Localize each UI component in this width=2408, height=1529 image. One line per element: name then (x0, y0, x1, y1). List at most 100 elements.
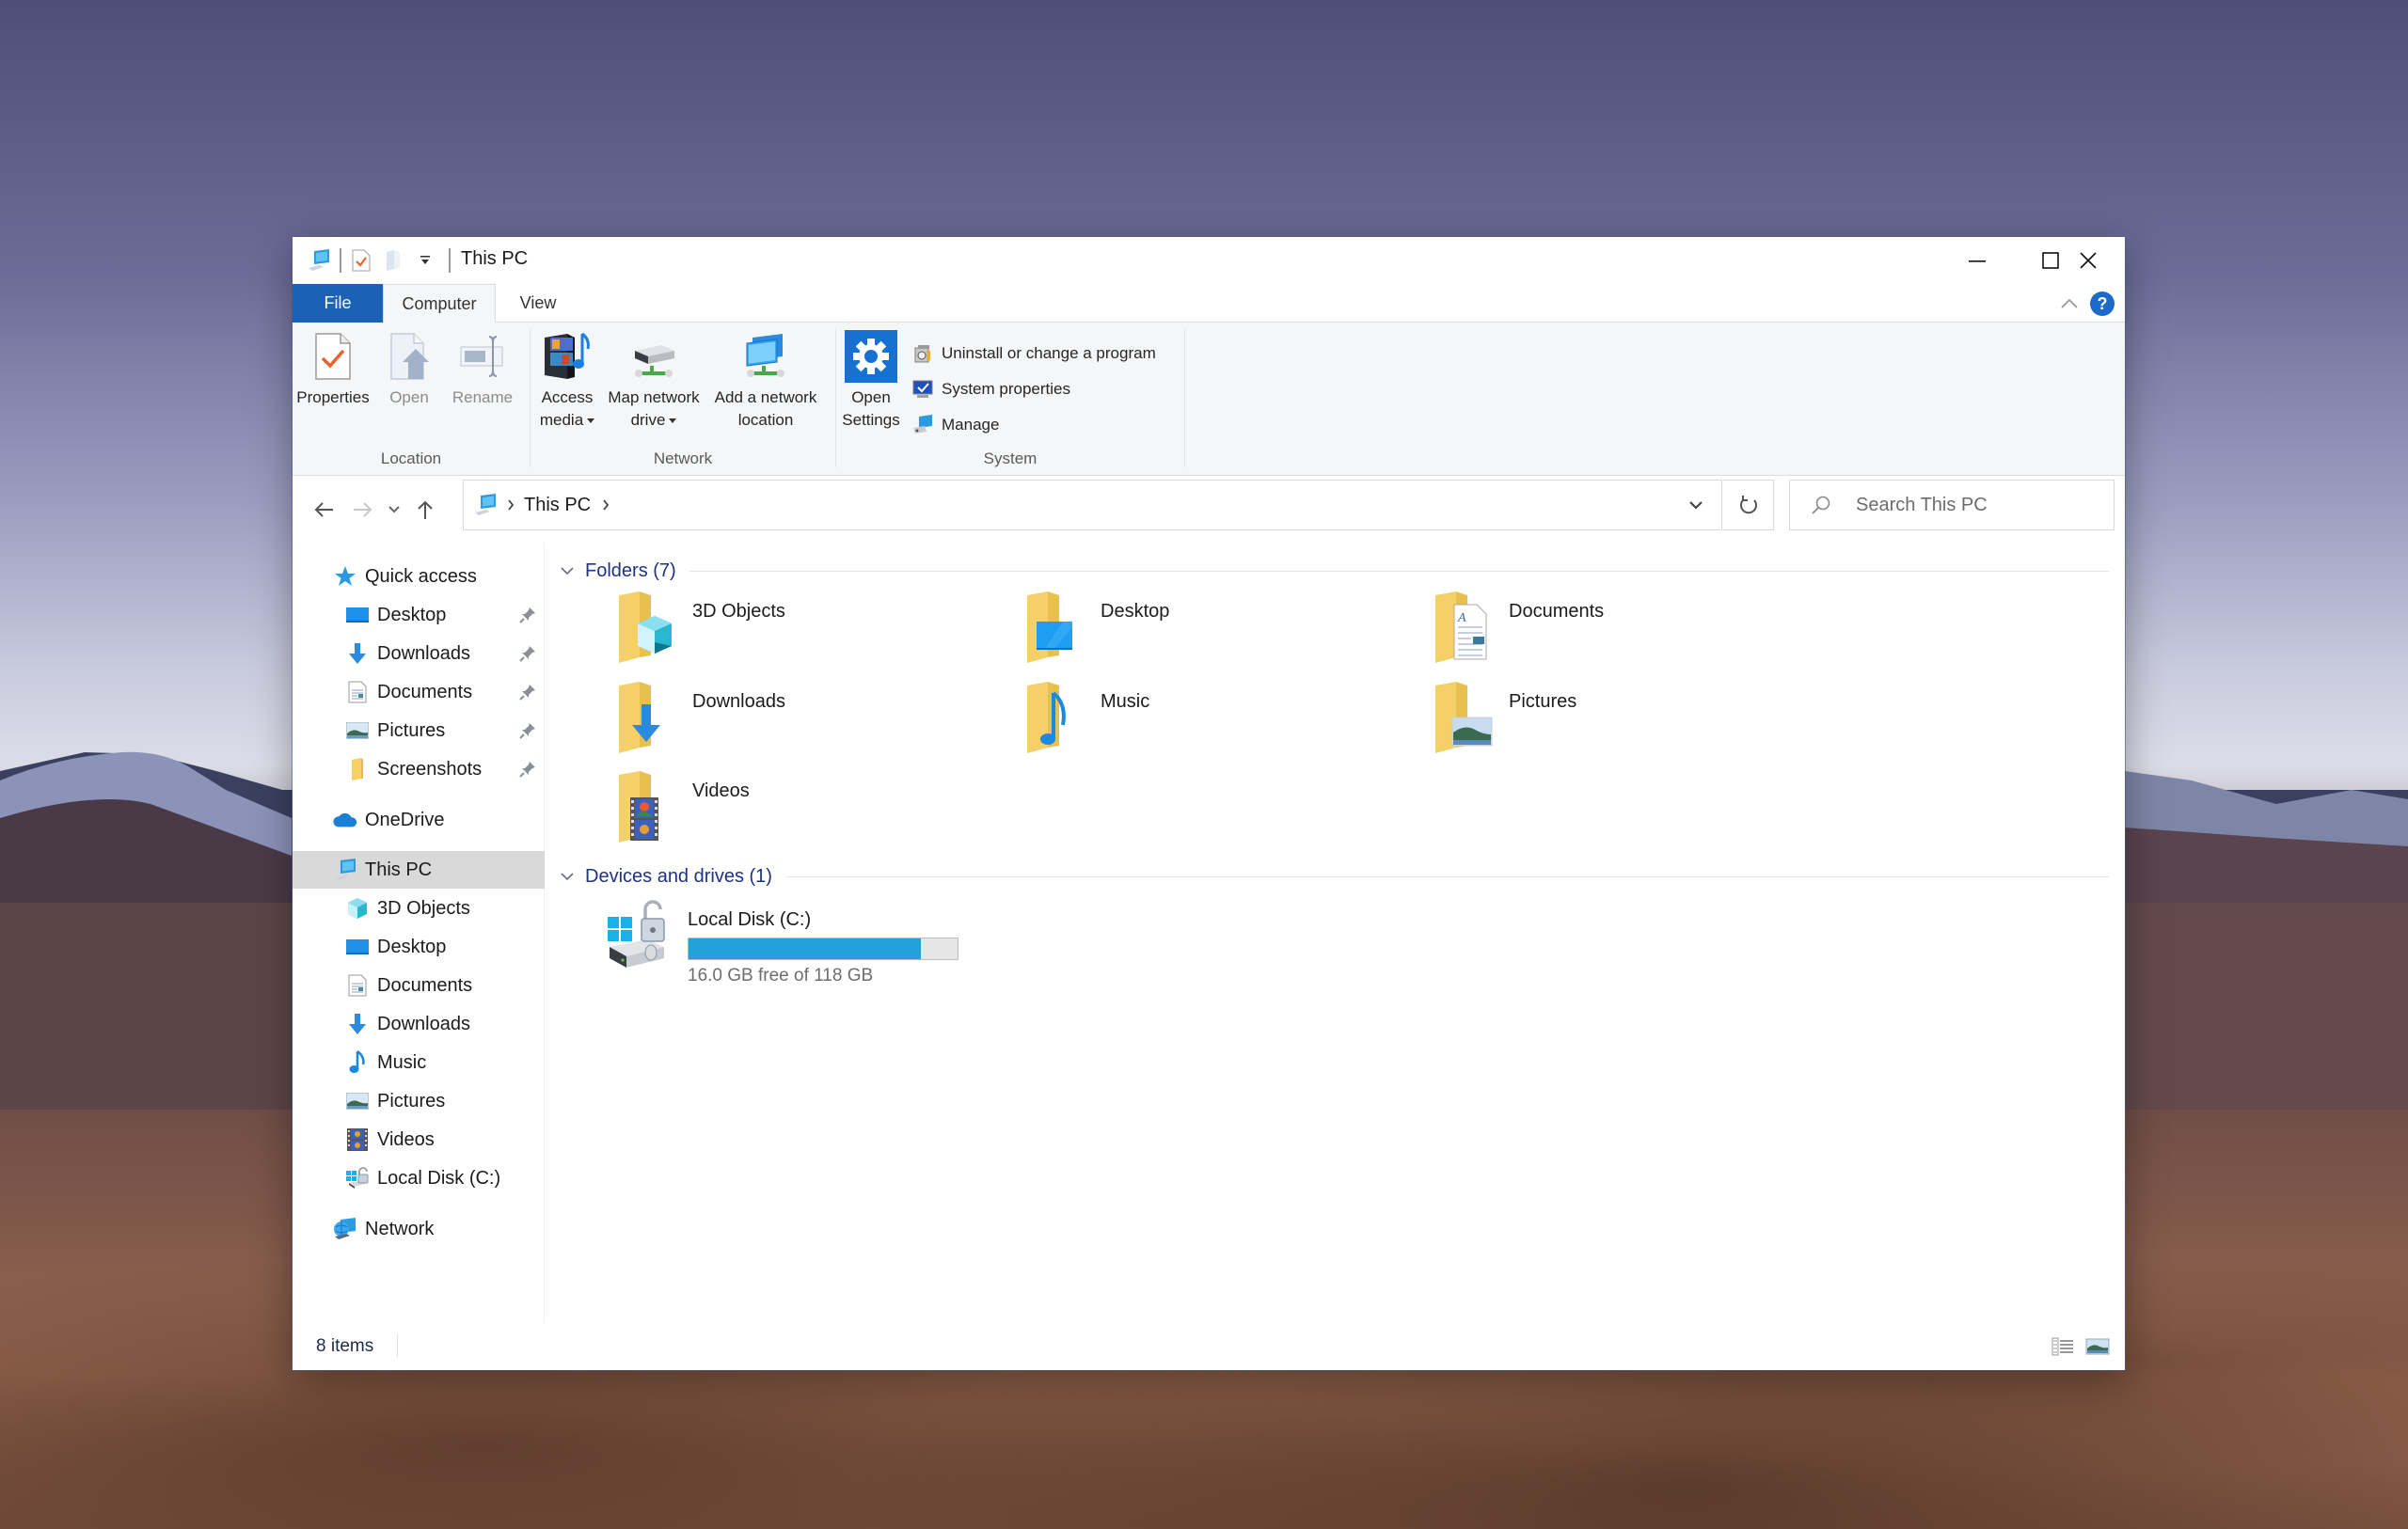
address-bar[interactable]: This PC (463, 480, 1722, 530)
uninstall-program-button[interactable]: Uninstall or change a program (911, 339, 1156, 368)
nav-pc-videos[interactable]: Videos (293, 1121, 545, 1159)
minimize-button[interactable] (1941, 237, 2014, 284)
nav-label: Quick access (365, 565, 477, 587)
pin-icon[interactable] (518, 606, 537, 624)
recent-locations-button[interactable] (383, 494, 405, 526)
folder-desktop-icon (1027, 591, 1072, 663)
nav-pc-documents[interactable]: Documents (293, 967, 545, 1004)
nav-quick-downloads[interactable]: Downloads (293, 635, 545, 672)
tab-view[interactable]: View (496, 284, 580, 323)
nav-pc-music[interactable]: Music (293, 1044, 545, 1081)
folder-music[interactable]: Music (1025, 680, 1420, 764)
nav-network[interactable]: Network (293, 1210, 545, 1248)
nav-quick-access[interactable]: Quick access (293, 558, 545, 595)
pin-icon[interactable] (518, 644, 537, 663)
nav-label: Downloads (377, 642, 470, 664)
breadcrumb-separator-icon[interactable] (602, 499, 610, 511)
manage-button[interactable]: Manage (911, 411, 999, 439)
tab-file[interactable]: File (293, 284, 383, 323)
large-icons-view-button[interactable] (2084, 1334, 2111, 1359)
arrow-left-icon (314, 502, 333, 517)
nav-pc-local-disk[interactable]: Local Disk (C:) (293, 1159, 545, 1197)
nav-quick-screenshots[interactable]: Screenshots (293, 750, 545, 788)
folder-documents-icon: A (1435, 591, 1487, 663)
local-disk-icon (345, 1166, 370, 1190)
open-button[interactable]: Open (383, 326, 436, 409)
add-network-location-label: Add a network location (714, 388, 817, 429)
this-pc-icon[interactable] (306, 247, 332, 274)
uninstall-program-label: Uninstall or change a program (942, 344, 1156, 362)
minimize-icon (1969, 260, 1986, 262)
help-button[interactable]: ? (2090, 292, 2115, 316)
ribbon-group-location: Properties Open Rename Location (293, 323, 530, 476)
map-network-drive-button[interactable]: Map network drive (604, 326, 704, 432)
desktop-icon (345, 603, 370, 627)
ribbon-tabs: File Computer View ? (293, 284, 2125, 323)
ribbon-group-network: Access media Map network drive Add a netwo… (531, 323, 835, 476)
folder-desktop[interactable]: Desktop (1025, 590, 1420, 674)
devices-group-header[interactable]: Devices and drives (1) (557, 862, 2109, 891)
folders-group-header[interactable]: Folders (7) (557, 557, 2109, 585)
folder-downloads[interactable]: Downloads (617, 680, 1012, 764)
nav-onedrive[interactable]: OneDrive (293, 801, 545, 839)
breadcrumb-separator-icon[interactable] (507, 499, 515, 511)
open-settings-button[interactable]: Open Settings (840, 326, 902, 432)
drive-local-disk-c[interactable]: Local Disk (C:) 16.0 GB free of 118 GB (606, 900, 1001, 985)
folder-3d-objects[interactable]: 3D Objects (617, 590, 1012, 674)
quick-access-toolbar (306, 246, 458, 275)
nav-pc-3d-objects[interactable]: 3D Objects (293, 890, 545, 927)
search-box[interactable] (1789, 480, 2115, 530)
up-button[interactable] (409, 494, 441, 526)
customize-dropdown-icon[interactable] (413, 247, 437, 274)
add-network-location-icon (736, 326, 796, 386)
close-button[interactable] (2052, 237, 2125, 284)
nav-this-pc[interactable]: This PC (293, 851, 545, 889)
settings-gear-icon (841, 326, 901, 386)
open-icon (379, 326, 439, 386)
nav-quick-pictures[interactable]: Pictures (293, 712, 545, 749)
refresh-icon (1739, 496, 1757, 514)
add-network-location-button[interactable]: Add a network location (707, 326, 824, 432)
nav-quick-documents[interactable]: Documents (293, 673, 545, 711)
pin-icon[interactable] (518, 760, 537, 779)
downloads-icon (345, 1012, 370, 1036)
folder-pictures[interactable]: Pictures (1434, 680, 1829, 764)
nav-label: Desktop (377, 936, 447, 957)
system-properties-button[interactable]: System properties (911, 375, 1070, 403)
collapse-ribbon-button[interactable] (2057, 292, 2082, 316)
tab-computer[interactable]: Computer (383, 284, 496, 323)
pictures-icon (345, 1089, 370, 1113)
chevron-down-icon[interactable] (557, 872, 578, 881)
nav-pc-pictures[interactable]: Pictures (293, 1082, 545, 1120)
folder-videos[interactable]: Videos (617, 769, 1012, 854)
content-pane: Folders (7) 3D Objects Desktop A Documen… (546, 543, 2125, 1323)
nav-label: Downloads (377, 1013, 470, 1034)
large-icons-view-icon (2085, 1338, 2110, 1355)
new-folder-icon[interactable] (381, 247, 405, 274)
rename-button[interactable]: Rename (447, 326, 518, 409)
back-button[interactable] (308, 494, 340, 526)
folder-name: Desktop (1101, 601, 1170, 622)
search-input[interactable] (1856, 494, 2110, 516)
nav-label: OneDrive (365, 809, 445, 830)
pin-icon[interactable] (518, 683, 537, 701)
address-history-dropdown[interactable] (1671, 481, 1721, 529)
refresh-button[interactable] (1723, 480, 1774, 530)
nav-pc-downloads[interactable]: Downloads (293, 1005, 545, 1043)
pin-icon[interactable] (518, 721, 537, 740)
properties-button[interactable]: Properties (296, 326, 370, 409)
system-properties-icon (911, 378, 934, 401)
nav-pc-desktop[interactable]: Desktop (293, 928, 545, 966)
folder-name: Music (1101, 691, 1150, 712)
onedrive-cloud-icon (333, 808, 357, 832)
folder-documents[interactable]: A Documents (1434, 590, 1829, 674)
drive-name: Local Disk (C:) (688, 909, 812, 930)
nav-quick-desktop[interactable]: Desktop (293, 596, 545, 634)
chevron-down-icon[interactable] (557, 566, 578, 575)
access-media-button[interactable]: Access media (536, 326, 598, 432)
details-view-button[interactable] (2050, 1334, 2076, 1359)
3d-objects-icon (345, 896, 370, 921)
breadcrumb-this-pc[interactable]: This PC (524, 495, 591, 516)
properties-icon[interactable] (349, 247, 373, 274)
forward-button[interactable] (347, 494, 379, 526)
